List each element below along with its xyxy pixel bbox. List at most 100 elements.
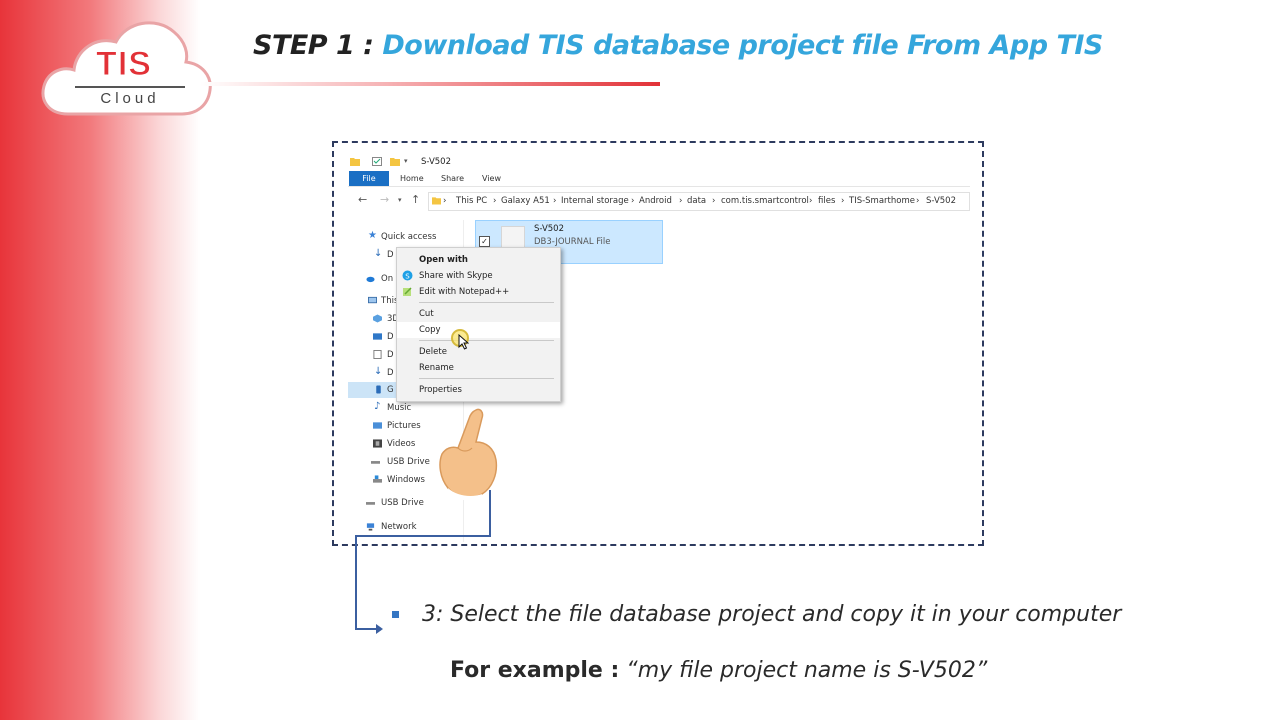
menu-separator <box>419 340 554 341</box>
folder-icon <box>432 197 441 205</box>
forward-arrow-icon[interactable]: → <box>380 193 389 206</box>
selection-checkbox[interactable]: ✓ <box>479 236 490 247</box>
breadcrumb-separator: › <box>809 196 813 206</box>
menu-edit-notepad[interactable]: Edit with Notepad++ <box>397 284 560 300</box>
address-bar: ← → ▾ ↑ › This PC › Galaxy A51 › Interna… <box>348 192 970 211</box>
desktop-icon <box>373 333 382 340</box>
breadcrumb-separator: › <box>443 196 447 206</box>
star-icon: ★ <box>368 230 377 241</box>
quick-access-toolbar: ▾ S-V502 <box>348 154 970 168</box>
menu-properties[interactable]: Properties <box>397 382 560 398</box>
nav-label: Pictures <box>387 421 421 431</box>
menu-label: Copy <box>419 325 441 335</box>
nav-label: D <box>387 250 394 260</box>
recent-dropdown-icon[interactable]: ▾ <box>398 196 402 204</box>
notepad-plus-plus-icon <box>403 287 412 296</box>
example-line: For example : “my file project name is S… <box>450 658 987 683</box>
breadcrumb-item[interactable]: files <box>818 196 835 206</box>
nav-label: D <box>387 350 394 360</box>
new-folder-icon[interactable] <box>390 157 400 166</box>
tab-view[interactable]: View <box>482 171 501 186</box>
menu-delete[interactable]: Delete <box>397 344 560 360</box>
menu-share-skype[interactable]: S Share with Skype <box>397 268 560 284</box>
breadcrumb-item[interactable]: data <box>687 196 706 206</box>
ribbon: File Home Share View <box>348 168 970 187</box>
back-arrow-icon[interactable]: ← <box>358 193 367 206</box>
menu-cut[interactable]: Cut <box>397 306 560 322</box>
window-title: S-V502 <box>421 157 452 167</box>
nav-label: G <box>387 385 394 395</box>
logo-brand-text: TIS <box>96 45 152 83</box>
bullet-marker <box>392 611 399 618</box>
nav-label: Music <box>387 403 412 413</box>
breadcrumb-item[interactable]: Galaxy A51 <box>501 196 550 206</box>
menu-label: Share with Skype <box>419 271 493 281</box>
film-icon <box>373 439 382 448</box>
music-note-icon: ♪ <box>374 401 381 412</box>
menu-copy[interactable]: Copy <box>397 322 560 338</box>
file-type: DB3-JOURNAL File <box>534 237 611 247</box>
title-underline <box>200 82 660 86</box>
cube-icon <box>373 314 382 323</box>
windows-drive-icon <box>373 475 382 483</box>
svg-text:S: S <box>405 272 410 280</box>
tab-share[interactable]: Share <box>441 171 464 186</box>
step-title: STEP 1 : Download TIS database project f… <box>253 30 1103 61</box>
instruction-text: 3: Select the file database project and … <box>422 602 1122 627</box>
menu-separator <box>419 302 554 303</box>
breadcrumb-item[interactable]: TIS-Smarthome <box>849 196 915 206</box>
breadcrumb-separator: › <box>712 196 716 206</box>
logo-divider <box>75 86 185 88</box>
file-name: S-V502 <box>534 224 565 234</box>
step-heading: Download TIS database project file From … <box>382 30 1103 61</box>
menu-separator <box>419 378 554 379</box>
pictures-icon <box>373 422 382 429</box>
menu-open-with[interactable]: Open with <box>397 252 560 268</box>
breadcrumb-separator: › <box>631 196 635 206</box>
menu-label: Rename <box>419 363 454 373</box>
breadcrumb-item[interactable]: Internal storage <box>561 196 629 206</box>
breadcrumb-item[interactable]: This PC <box>456 196 487 206</box>
menu-label: Open with <box>419 255 468 265</box>
drive-icon <box>371 461 380 464</box>
dropdown-icon[interactable]: ▾ <box>404 157 414 166</box>
nav-label: Videos <box>387 439 416 449</box>
document-icon <box>373 350 382 359</box>
nav-label: D <box>387 368 394 378</box>
nav-label: Quick access <box>381 232 437 242</box>
mouse-cursor-icon <box>458 334 469 350</box>
tab-file[interactable]: File <box>349 171 389 186</box>
download-icon: ↓ <box>374 366 383 377</box>
context-menu: Open with S Share with Skype Edit with N… <box>396 247 561 402</box>
example-value: “my file project name is S-V502” <box>619 658 988 683</box>
breadcrumb-item[interactable]: Android <box>639 196 672 206</box>
computer-icon <box>368 296 377 304</box>
breadcrumb-separator: › <box>916 196 920 206</box>
properties-icon[interactable] <box>372 157 382 166</box>
nav-label: On <box>381 274 394 284</box>
breadcrumb-item[interactable]: com.tis.smartcontrol <box>721 196 809 206</box>
cloud-icon <box>366 276 375 283</box>
step-prefix: STEP 1 : <box>253 30 383 61</box>
example-label: For example : <box>450 658 620 683</box>
menu-label: Properties <box>419 385 462 395</box>
menu-label: Edit with Notepad++ <box>419 287 510 297</box>
menu-label: Delete <box>419 347 447 357</box>
nav-label: USB Drive <box>387 457 430 467</box>
breadcrumb-separator: › <box>493 196 497 206</box>
tab-home[interactable]: Home <box>400 171 424 186</box>
folder-icon <box>350 158 360 166</box>
nav-label: D <box>387 332 394 342</box>
nav-label: Windows <box>387 475 425 485</box>
breadcrumb-separator: › <box>841 196 845 206</box>
menu-rename[interactable]: Rename <box>397 360 560 376</box>
download-icon: ↓ <box>374 248 383 259</box>
nav-quick-access[interactable]: ★ Quick access <box>348 229 463 245</box>
up-arrow-icon[interactable]: ↑ <box>411 193 420 206</box>
address-field[interactable]: › This PC › Galaxy A51 › Internal storag… <box>428 192 970 211</box>
breadcrumb-item[interactable]: S-V502 <box>926 196 956 206</box>
pointing-hand-icon <box>439 408 498 500</box>
phone-icon <box>376 385 381 394</box>
logo-subtitle: Cloud <box>100 90 160 107</box>
menu-label: Cut <box>419 309 434 319</box>
